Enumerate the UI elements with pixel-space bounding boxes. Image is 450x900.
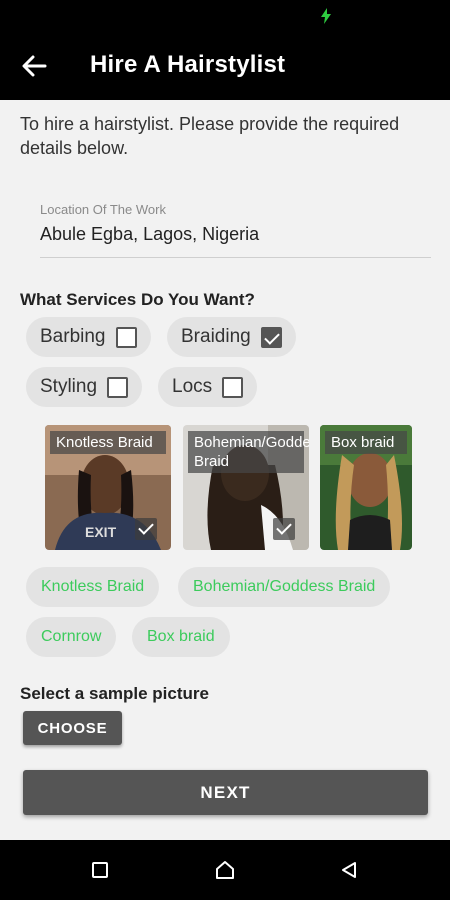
back-button[interactable] xyxy=(14,48,54,84)
checkbox-styling[interactable] xyxy=(107,376,129,398)
service-label: Braiding xyxy=(181,326,251,347)
service-chip-barbing[interactable]: Barbing xyxy=(26,317,151,357)
service-label: Barbing xyxy=(40,326,106,347)
style-carousel[interactable]: EXIT Knotless Braid Bohemian/Goddess Bra… xyxy=(45,425,412,550)
service-label: Styling xyxy=(40,376,98,397)
service-label: Locs xyxy=(172,376,213,397)
nav-back-button[interactable] xyxy=(334,855,364,885)
tag-cornrow[interactable]: Cornrow xyxy=(26,617,117,657)
charging-bolt-icon xyxy=(321,8,331,24)
sample-picture-title: Select a sample picture xyxy=(20,684,209,703)
style-card-bohemian[interactable]: Bohemian/Goddess Braid xyxy=(183,425,309,550)
service-chip-braiding[interactable]: Braiding xyxy=(167,317,296,357)
services-title: What Services Do You Want? xyxy=(20,290,255,309)
recents-button[interactable] xyxy=(85,855,115,885)
intro-text: To hire a hairstylist. Please provide th… xyxy=(20,114,400,158)
checkbox-braiding[interactable] xyxy=(260,326,282,348)
style-caption: Bohemian/Goddess Braid xyxy=(188,431,309,473)
service-chip-locs[interactable]: Locs xyxy=(158,367,258,407)
checkbox-barbing[interactable] xyxy=(115,326,137,348)
location-label: Location Of The Work xyxy=(40,202,166,217)
square-icon xyxy=(92,862,108,878)
location-field[interactable]: Location Of The Work Abule Egba, Lagos, … xyxy=(40,200,431,258)
app-bar: Hire A Hairstylist xyxy=(0,32,450,100)
tag-box-braid[interactable]: Box braid xyxy=(132,617,230,657)
tag-bohemian-goddess-braid[interactable]: Bohemian/Goddess Braid xyxy=(178,567,391,607)
arrow-left-icon xyxy=(22,55,47,77)
circle-home-icon xyxy=(216,861,234,879)
checkbox-locs[interactable] xyxy=(222,376,244,398)
location-input[interactable]: Abule Egba, Lagos, Nigeria xyxy=(40,224,431,245)
home-button[interactable] xyxy=(210,855,240,885)
service-chip-styling[interactable]: Styling xyxy=(26,367,143,407)
page-title: Hire A Hairstylist xyxy=(90,51,286,78)
style-caption: Knotless Braid xyxy=(50,431,166,454)
selected-check-icon xyxy=(273,518,295,540)
selected-check-icon xyxy=(135,518,157,540)
style-caption: Box braid xyxy=(325,431,407,454)
tag-knotless-braid[interactable]: Knotless Braid xyxy=(26,567,160,607)
triangle-back-icon xyxy=(342,862,356,878)
style-card-box-braid[interactable]: Box braid xyxy=(320,425,412,550)
next-button[interactable]: NEXT xyxy=(23,770,428,815)
system-nav-bar xyxy=(0,840,450,900)
svg-text:EXIT: EXIT xyxy=(85,524,117,540)
style-card-knotless[interactable]: EXIT Knotless Braid xyxy=(45,425,171,550)
status-bar xyxy=(0,0,450,32)
choose-button[interactable]: CHOOSE xyxy=(23,711,122,745)
